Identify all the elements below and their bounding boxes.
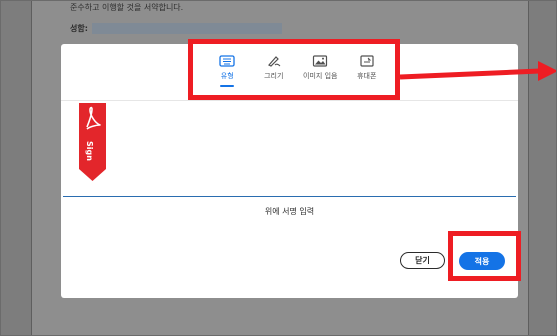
close-button[interactable]: 닫기	[400, 252, 445, 269]
screen-frame: 준수하고 이행할 것을 서약합니다. 성함: 유형 그리기 이미지 입음 휴대폰…	[0, 0, 557, 336]
signature-hint: 위에 서명 입력	[264, 207, 315, 216]
adobe-sign-tag: Sign	[79, 103, 106, 181]
signature-baseline[interactable]	[63, 196, 516, 197]
highlight-arrow-icon	[400, 61, 556, 81]
signature-field-label: 성함:	[70, 24, 88, 33]
highlight-box-tabs	[188, 39, 400, 100]
tabs-divider	[61, 100, 518, 101]
sign-tag-text: Sign	[85, 141, 94, 161]
document-text: 준수하고 이행할 것을 서약합니다.	[70, 3, 184, 12]
signature-field[interactable]	[92, 23, 282, 34]
highlight-box-apply	[448, 231, 521, 281]
